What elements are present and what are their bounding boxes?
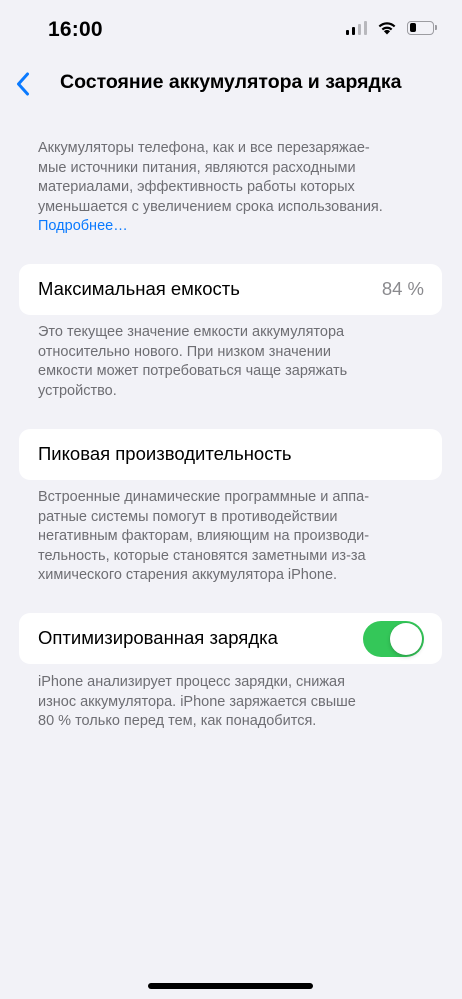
peak-performance-label: Пиковая производительность: [38, 443, 292, 464]
peak-performance-cell: Пиковая производительность: [19, 429, 442, 480]
wifi-icon: [378, 22, 396, 35]
description-line: износ аккумулятора. iPhone заряжается св…: [38, 693, 356, 710]
description-line: тельность, которые становятся заметными …: [38, 547, 366, 564]
cellular-signal-icon: [345, 20, 367, 35]
page-title: Состояние аккумулятора и зарядка: [60, 71, 402, 93]
toggle-knob: [390, 623, 422, 655]
battery-level-fill: [409, 23, 416, 32]
navigation-bar: Состояние аккумулятора и зарядка: [0, 62, 462, 106]
intro-line: материалами, эффективность работы которы…: [38, 179, 355, 195]
intro-description: Аккумуляторы телефона, как и все перезар…: [38, 139, 430, 237]
description-line: негативным факторам, влияющим на произво…: [38, 528, 370, 544]
description-line: емкости может потребоваться чаще заряжат…: [38, 363, 348, 379]
description-line: химического старения аккумулятора iPhone…: [38, 567, 338, 583]
description-line: Встроенные динамические программные и ап…: [38, 489, 370, 505]
max-capacity-label: Максимальная емкость: [38, 278, 240, 299]
home-indicator[interactable]: [148, 983, 313, 989]
learn-more-link[interactable]: Подробнее…: [38, 217, 430, 237]
battery-icon: [407, 20, 437, 35]
optimized-charging-description: iPhone анализирует процесс зарядки, сниж…: [38, 673, 430, 732]
status-bar: 16:00: [0, 0, 462, 62]
status-icons: [345, 20, 437, 35]
max-capacity-description: Это текущее значение емкости аккумулятор…: [38, 323, 430, 401]
description-line: Это текущее значение емкости аккумулятор…: [38, 324, 345, 340]
description-line: ратные системы помогут в противодействии: [38, 508, 338, 525]
intro-line: Аккумуляторы телефона, как и все перезар…: [38, 140, 370, 156]
max-capacity-cell: Максимальная емкость 84 %: [19, 264, 442, 315]
chevron-left-icon: [17, 72, 29, 96]
peak-performance-description: Встроенные динамические программные и ап…: [38, 488, 430, 586]
optimized-charging-label: Оптимизированная зарядка: [38, 627, 278, 648]
description-line: относительно нового. При низком значении: [38, 343, 331, 360]
max-capacity-value: 84 %: [381, 278, 424, 299]
intro-line: мые источники питания, являются расходны…: [38, 159, 356, 176]
description-line: iPhone анализирует процесс зарядки, сниж…: [38, 674, 345, 690]
back-button[interactable]: [8, 66, 38, 102]
optimized-charging-cell: Оптимизированная зарядка: [19, 613, 442, 664]
status-time: 16:00: [48, 18, 103, 41]
intro-line: уменьшается с увеличением срока использо…: [38, 198, 383, 215]
description-line: устройство.: [38, 382, 117, 399]
description-line: 80 % только перед тем, как понадобится.: [38, 713, 317, 729]
optimized-charging-toggle[interactable]: [363, 621, 424, 657]
